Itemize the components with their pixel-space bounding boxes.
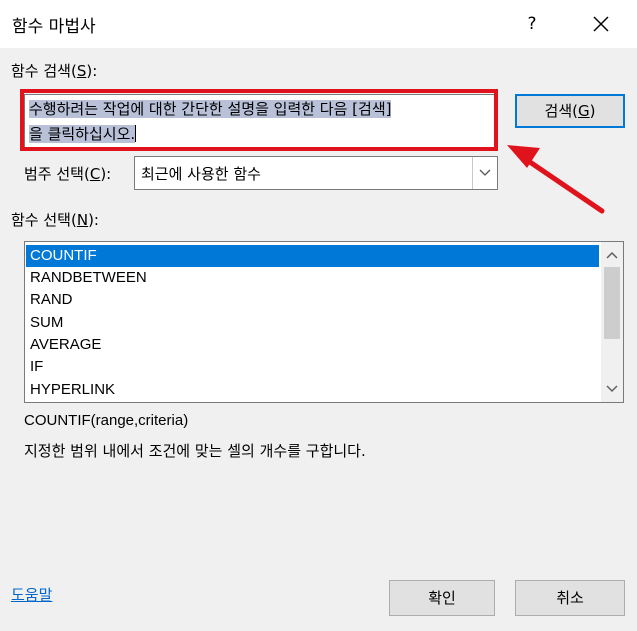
- list-item[interactable]: IF: [26, 356, 599, 378]
- scroll-thumb[interactable]: [604, 267, 620, 339]
- list-item[interactable]: SUM: [26, 312, 599, 334]
- help-link[interactable]: 도움말: [11, 584, 52, 605]
- search-button[interactable]: 검색(G): [515, 94, 625, 128]
- title-bar: 함수 마법사 ?: [0, 0, 637, 48]
- close-icon: [593, 16, 609, 32]
- list-item[interactable]: COUNTIF: [26, 245, 599, 267]
- category-label: 범주 선택(C):: [24, 165, 112, 183]
- list-scrollbar[interactable]: [601, 242, 623, 402]
- function-list[interactable]: COUNTIF RANDBETWEEN RAND SUM AVERAGE IF …: [24, 241, 624, 403]
- ok-button[interactable]: 확인: [389, 580, 495, 616]
- help-button[interactable]: ?: [516, 10, 548, 38]
- search-label: 함수 검색(S):: [11, 62, 98, 80]
- list-item[interactable]: RANDBETWEEN: [26, 267, 599, 289]
- function-wizard-dialog: 함수 마법사 ? 함수 검색(S): 수행하려는 작업에 대한 간단한 설명을 …: [0, 0, 637, 631]
- function-description: 지정한 범위 내에서 조건에 맞는 셀의 개수를 구합니다.: [24, 442, 366, 460]
- category-value: 최근에 사용한 함수: [141, 165, 261, 183]
- function-syntax: COUNTIF(range,criteria): [24, 412, 189, 429]
- chevron-down-icon: [479, 169, 491, 176]
- dialog-title: 함수 마법사: [12, 17, 96, 37]
- list-item[interactable]: AVERAGE: [26, 334, 599, 356]
- list-item[interactable]: RAND: [26, 289, 599, 311]
- cancel-button[interactable]: 취소: [515, 580, 625, 616]
- list-item[interactable]: HYPERLINK: [26, 379, 599, 401]
- scroll-down-icon[interactable]: [601, 378, 623, 400]
- scroll-up-icon[interactable]: [601, 244, 623, 266]
- function-list-label: 함수 선택(N):: [11, 211, 99, 229]
- category-dropdown-button[interactable]: [472, 157, 497, 189]
- category-select[interactable]: 최근에 사용한 함수: [134, 156, 498, 190]
- highlight-box: [20, 89, 498, 151]
- close-button[interactable]: [584, 10, 618, 38]
